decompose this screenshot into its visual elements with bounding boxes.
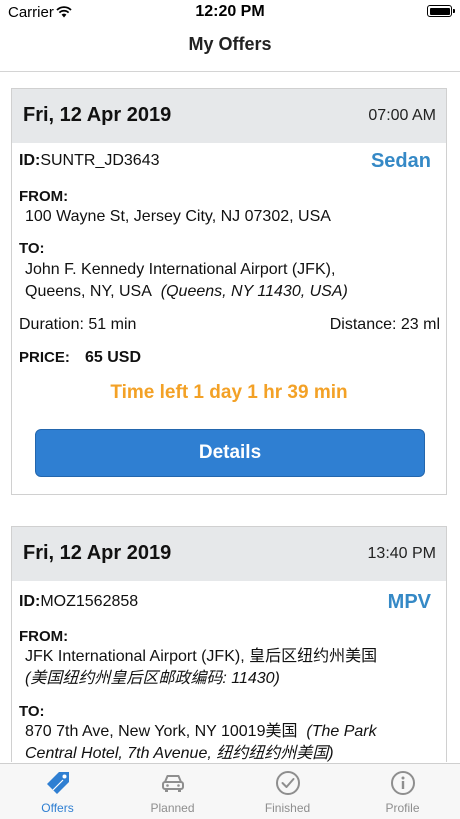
- from-address-extra-a: (美国纽约州皇后区邮政编码:: [25, 670, 232, 687]
- tab-profile[interactable]: Profile: [345, 764, 460, 819]
- tab-bar: Offers Planned Finished Profile: [0, 763, 460, 819]
- from-label: FROM:: [19, 628, 69, 645]
- from-address-text: JFK International Airport (JFK), 皇后区纽约州美…: [25, 648, 378, 665]
- from-address: JFK International Airport (JFK), 皇后区纽约州美…: [25, 646, 435, 690]
- to-address: John F. Kennedy International Airport (J…: [25, 259, 435, 303]
- tab-finished[interactable]: Finished: [230, 764, 345, 819]
- offers-list[interactable]: Fri, 12 Apr 2019 07:00 AM ID:SUNTR_JD364…: [0, 72, 460, 762]
- offer-id-value: MOZ1562858: [40, 593, 139, 610]
- offer-id: ID:SUNTR_JD3643: [19, 152, 159, 170]
- offer-id: ID:MOZ1562858: [19, 593, 138, 611]
- offer-date: Fri, 12 Apr 2019: [23, 542, 172, 564]
- tab-planned[interactable]: Planned: [115, 764, 230, 819]
- vehicle-type: Sedan: [370, 150, 431, 172]
- to-label: TO:: [19, 703, 45, 720]
- to-address-line1: John F. Kennedy International Airport (J…: [25, 261, 336, 278]
- info-circle-icon: [389, 769, 417, 797]
- to-address-extra-a: (The Park: [306, 723, 377, 740]
- tab-finished-label: Finished: [264, 801, 311, 815]
- offer-date: Fri, 12 Apr 2019: [23, 104, 172, 126]
- tag-icon: [44, 769, 72, 797]
- tab-planned-label: Planned: [150, 801, 195, 815]
- time-left: Time left 1 day 1 hr 39 min: [110, 382, 348, 403]
- status-time: 12:20 PM: [195, 3, 265, 20]
- to-address-line2: Queens, NY, USA: [25, 283, 152, 300]
- to-address-line1: 870 7th Ave, New York, NY 10019美国: [25, 723, 298, 740]
- to-address-extra-c: 纽约纽约州美国): [216, 745, 334, 762]
- offer-id-label: ID:: [19, 593, 41, 610]
- from-address-text: 100 Wayne St, Jersey City, NJ 07302, USA: [25, 208, 331, 225]
- from-address-extra-b: 11430): [231, 670, 280, 687]
- offer-header: Fri, 12 Apr 2019 13:40 PM: [12, 527, 446, 581]
- offer-card: Fri, 12 Apr 2019 07:00 AM ID:SUNTR_JD364…: [11, 88, 447, 495]
- to-address: 870 7th Ave, New York, NY 10019美国 (The P…: [25, 721, 435, 762]
- tab-profile-label: Profile: [385, 801, 420, 815]
- to-address-extra-b: Central Hotel, 7th Avenue,: [25, 745, 212, 762]
- offer-id-value: SUNTR_JD3643: [40, 152, 160, 169]
- offer-header: Fri, 12 Apr 2019 07:00 AM: [12, 89, 446, 143]
- to-address-extra: (Queens, NY 11430, USA): [160, 283, 348, 300]
- to-label: TO:: [19, 240, 45, 257]
- from-label: FROM:: [19, 188, 69, 205]
- price-label: PRICE:: [19, 349, 70, 366]
- offer-time: 07:00 AM: [368, 107, 436, 124]
- price-value: 65 USD: [85, 349, 142, 366]
- battery-icon: [427, 5, 455, 17]
- duration: Duration: 51 min: [19, 316, 137, 333]
- offer-id-label: ID:: [19, 152, 41, 169]
- checkmark-circle-icon: [274, 769, 302, 797]
- offer-card: Fri, 12 Apr 2019 13:40 PM ID:MOZ1562858 …: [11, 526, 447, 762]
- from-address: 100 Wayne St, Jersey City, NJ 07302, USA: [25, 206, 435, 228]
- tab-offers[interactable]: Offers: [0, 764, 115, 819]
- page-title: My Offers: [188, 34, 272, 54]
- distance: Distance: 23 ml: [329, 316, 440, 333]
- offer-time: 13:40 PM: [367, 545, 436, 562]
- car-icon: [159, 769, 187, 797]
- vehicle-type: MPV: [387, 591, 431, 613]
- details-button[interactable]: Details: [35, 429, 425, 477]
- status-bar: Carrier 12:20 PM: [0, 0, 460, 26]
- tab-offers-label: Offers: [41, 801, 74, 815]
